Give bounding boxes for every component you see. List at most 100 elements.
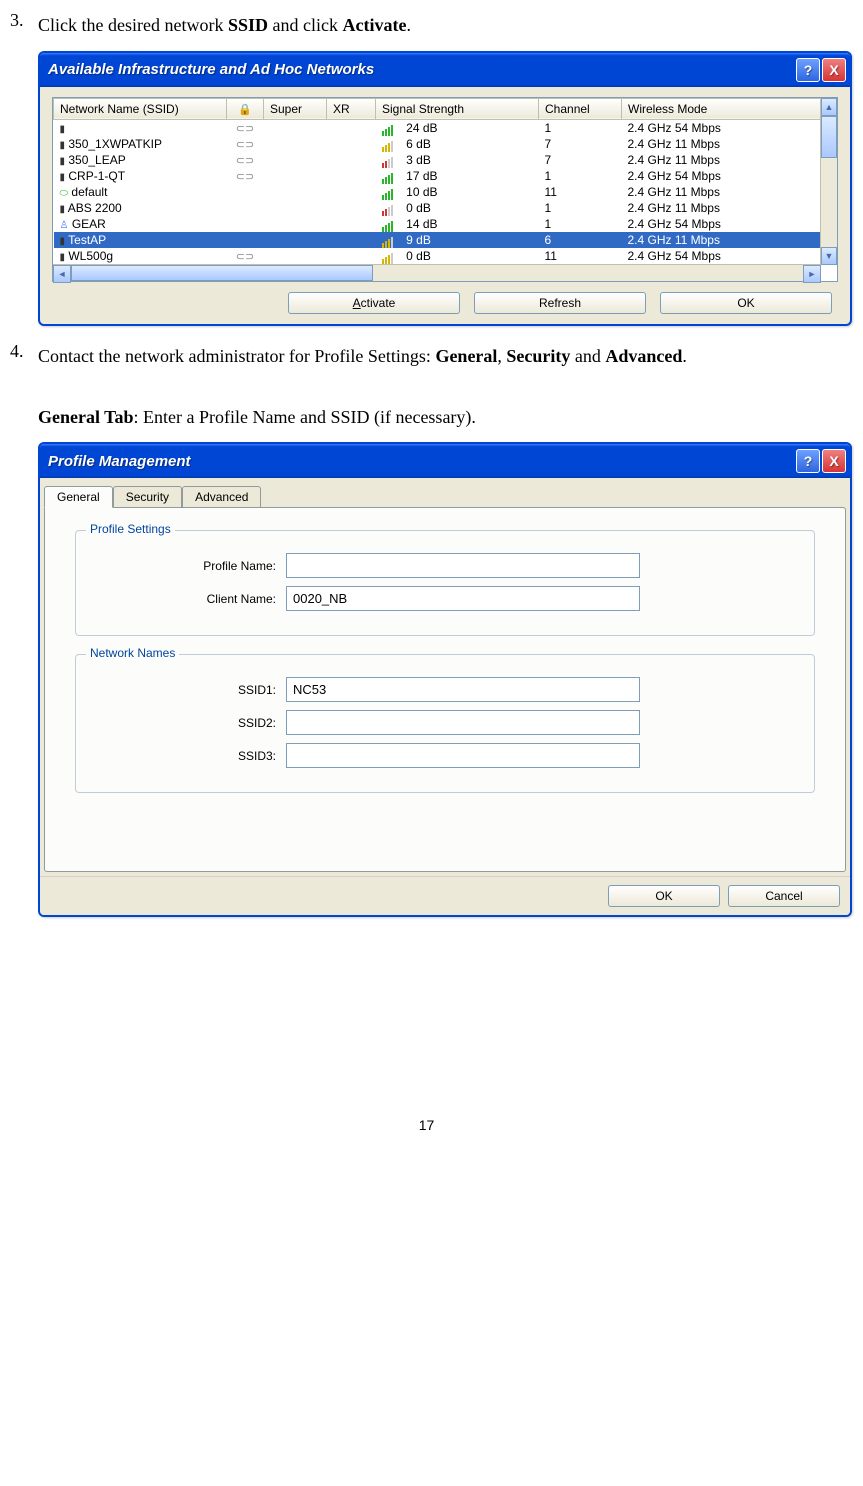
scroll-up-icon[interactable]: ▲	[821, 98, 837, 116]
help-button[interactable]: ?	[796, 58, 820, 82]
table-header[interactable]: Network Name (SSID) 🔒 Super XR Signal St…	[54, 98, 821, 119]
lock-icon: ⊂⊃	[236, 251, 254, 263]
infra-icon: ▮	[60, 124, 66, 135]
channel: 7	[545, 137, 552, 151]
channel: 11	[545, 185, 557, 199]
col-super[interactable]: Super	[264, 98, 327, 119]
ssid3-input[interactable]	[286, 743, 640, 768]
table-row[interactable]: ⬭ default 10 dB112.4 GHz 11 Mbps	[54, 184, 821, 200]
close-button[interactable]: X	[822, 449, 846, 473]
col-channel[interactable]: Channel	[539, 98, 622, 119]
signal-db: 0 dB	[406, 249, 431, 263]
table-row[interactable]: ▮ ⊂⊃ 24 dB12.4 GHz 54 Mbps	[54, 119, 821, 136]
network-list[interactable]: Network Name (SSID) 🔒 Super XR Signal St…	[52, 97, 838, 282]
lock-icon: ⊂⊃	[236, 123, 254, 135]
ssid-name: WL500g	[68, 249, 113, 263]
infra-icon: ▮	[60, 172, 66, 183]
table-row[interactable]: ♙ GEAR 14 dB 1 2.4 GHz 54 Mbps	[54, 216, 821, 232]
wireless-mode: 2.4 GHz 11 Mbps	[628, 233, 720, 247]
col-mode[interactable]: Wireless Mode	[622, 98, 821, 119]
tab-advanced[interactable]: Advanced	[182, 486, 261, 507]
channel: 1	[545, 169, 552, 183]
refresh-button[interactable]: Refresh	[474, 292, 646, 314]
group-title: Network Names	[86, 646, 179, 660]
channel: 6	[545, 233, 552, 247]
channel: 1	[545, 121, 552, 135]
horizontal-scrollbar[interactable]: ◄ ►	[53, 264, 821, 281]
network-names-group: Network Names SSID1: SSID2: SSID3:	[75, 654, 815, 793]
client-name-label: Client Name:	[96, 592, 286, 606]
wireless-mode: 2.4 GHz 54 Mbps	[628, 249, 721, 263]
ssid1-label: SSID1:	[96, 683, 286, 697]
titlebar: Available Infrastructure and Ad Hoc Netw…	[40, 53, 850, 87]
signal-icon	[382, 234, 400, 246]
adhoc-icon: ⬭	[60, 188, 69, 199]
lock-icon: ⊂⊃	[236, 171, 254, 183]
channel: 11	[545, 249, 557, 263]
table-row[interactable]: ▮ ABS 2200 0 dB12.4 GHz 11 Mbps	[54, 200, 821, 216]
table-row[interactable]: ▮ TestAP 9 dB62.4 GHz 11 Mbps	[54, 232, 821, 248]
key-icon: 🔒	[238, 104, 252, 116]
ssid-name: TestAP	[68, 233, 106, 247]
wireless-mode: 2.4 GHz 54 Mbps	[628, 217, 721, 231]
tab-general[interactable]: General	[44, 486, 113, 508]
cancel-button[interactable]: Cancel	[728, 885, 840, 907]
step-4: 4. Contact the network administrator for…	[10, 341, 843, 433]
wireless-mode: 2.4 GHz 11 Mbps	[628, 153, 720, 167]
scroll-left-icon[interactable]: ◄	[53, 265, 71, 283]
activate-button[interactable]: Activate	[288, 292, 460, 314]
ssid2-label: SSID2:	[96, 716, 286, 730]
table-row[interactable]: ▮ WL500g ⊂⊃ 0 dB 11 2.4 GHz 54 Mbps	[54, 248, 821, 264]
tab-content: Profile Settings Profile Name: Client Na…	[44, 507, 846, 872]
col-xr[interactable]: XR	[327, 98, 376, 119]
ok-button[interactable]: OK	[608, 885, 720, 907]
ssid-name: 350_1XWPATKIP	[68, 137, 162, 151]
profile-settings-group: Profile Settings Profile Name: Client Na…	[75, 530, 815, 636]
signal-db: 6 dB	[406, 137, 431, 151]
col-signal[interactable]: Signal Strength	[376, 98, 539, 119]
infra-icon: ▮	[60, 252, 66, 263]
signal-db: 10 dB	[406, 185, 437, 199]
signal-db: 3 dB	[406, 153, 431, 167]
signal-db: 0 dB	[406, 201, 431, 215]
wireless-mode: 2.4 GHz 54 Mbps	[628, 169, 721, 183]
person-icon: ♙	[60, 220, 69, 231]
help-button[interactable]: ?	[796, 449, 820, 473]
window-title: Profile Management	[48, 453, 796, 470]
available-networks-dialog: Available Infrastructure and Ad Hoc Netw…	[38, 51, 852, 326]
profile-name-input[interactable]	[286, 553, 640, 578]
ok-button[interactable]: OK	[660, 292, 832, 314]
client-name-input[interactable]	[286, 586, 640, 611]
signal-icon	[382, 138, 400, 150]
infra-icon: ▮	[60, 204, 66, 215]
vertical-scrollbar[interactable]: ▲ ▼	[820, 98, 837, 265]
scroll-down-icon[interactable]: ▼	[821, 247, 837, 265]
signal-db: 17 dB	[406, 169, 437, 183]
col-ssid[interactable]: Network Name (SSID)	[54, 98, 227, 119]
wireless-mode: 2.4 GHz 11 Mbps	[628, 201, 720, 215]
ssid2-input[interactable]	[286, 710, 640, 735]
close-button[interactable]: X	[822, 58, 846, 82]
scroll-thumb-h[interactable]	[71, 265, 373, 281]
table-row[interactable]: ▮ 350_LEAP⊂⊃ 3 dB72.4 GHz 11 Mbps	[54, 152, 821, 168]
scroll-thumb[interactable]	[821, 116, 837, 158]
ssid-name: GEAR	[72, 217, 106, 231]
scroll-right-icon[interactable]: ►	[803, 265, 821, 283]
page-number: 17	[10, 1117, 843, 1133]
table-row[interactable]: ▮ 350_1XWPATKIP⊂⊃ 6 dB72.4 GHz 11 Mbps	[54, 136, 821, 152]
signal-icon	[382, 186, 400, 198]
wireless-mode: 2.4 GHz 11 Mbps	[628, 137, 720, 151]
signal-icon	[382, 154, 400, 166]
profile-name-label: Profile Name:	[96, 559, 286, 573]
titlebar: Profile Management ? X	[40, 444, 850, 478]
wireless-mode: 2.4 GHz 11 Mbps	[628, 185, 720, 199]
ssid1-input[interactable]	[286, 677, 640, 702]
signal-db: 24 dB	[406, 121, 437, 135]
signal-db: 14 dB	[406, 217, 437, 231]
channel: 1	[545, 217, 552, 231]
group-title: Profile Settings	[86, 522, 175, 536]
tab-security[interactable]: Security	[113, 486, 182, 507]
table-row[interactable]: ▮ CRP-1-QT⊂⊃ 17 dB12.4 GHz 54 Mbps	[54, 168, 821, 184]
col-security-icon[interactable]: 🔒	[227, 98, 264, 119]
signal-icon	[382, 202, 400, 214]
